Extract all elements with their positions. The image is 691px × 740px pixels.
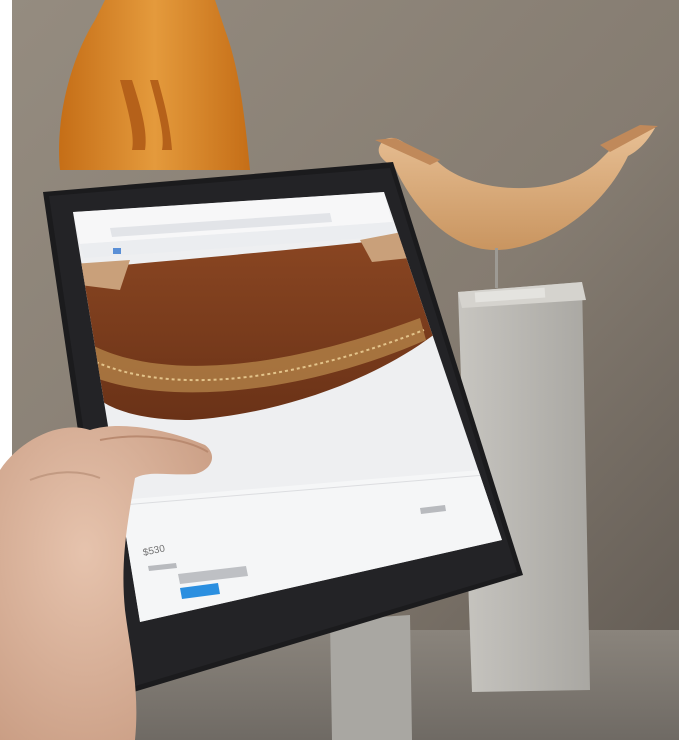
display-rod — [495, 248, 498, 288]
museum-photo: $530 — [0, 0, 691, 740]
back-pedestal — [330, 615, 412, 740]
right-photo-border — [679, 0, 691, 740]
tab-icon — [113, 248, 121, 254]
photo-canvas — [0, 0, 691, 740]
